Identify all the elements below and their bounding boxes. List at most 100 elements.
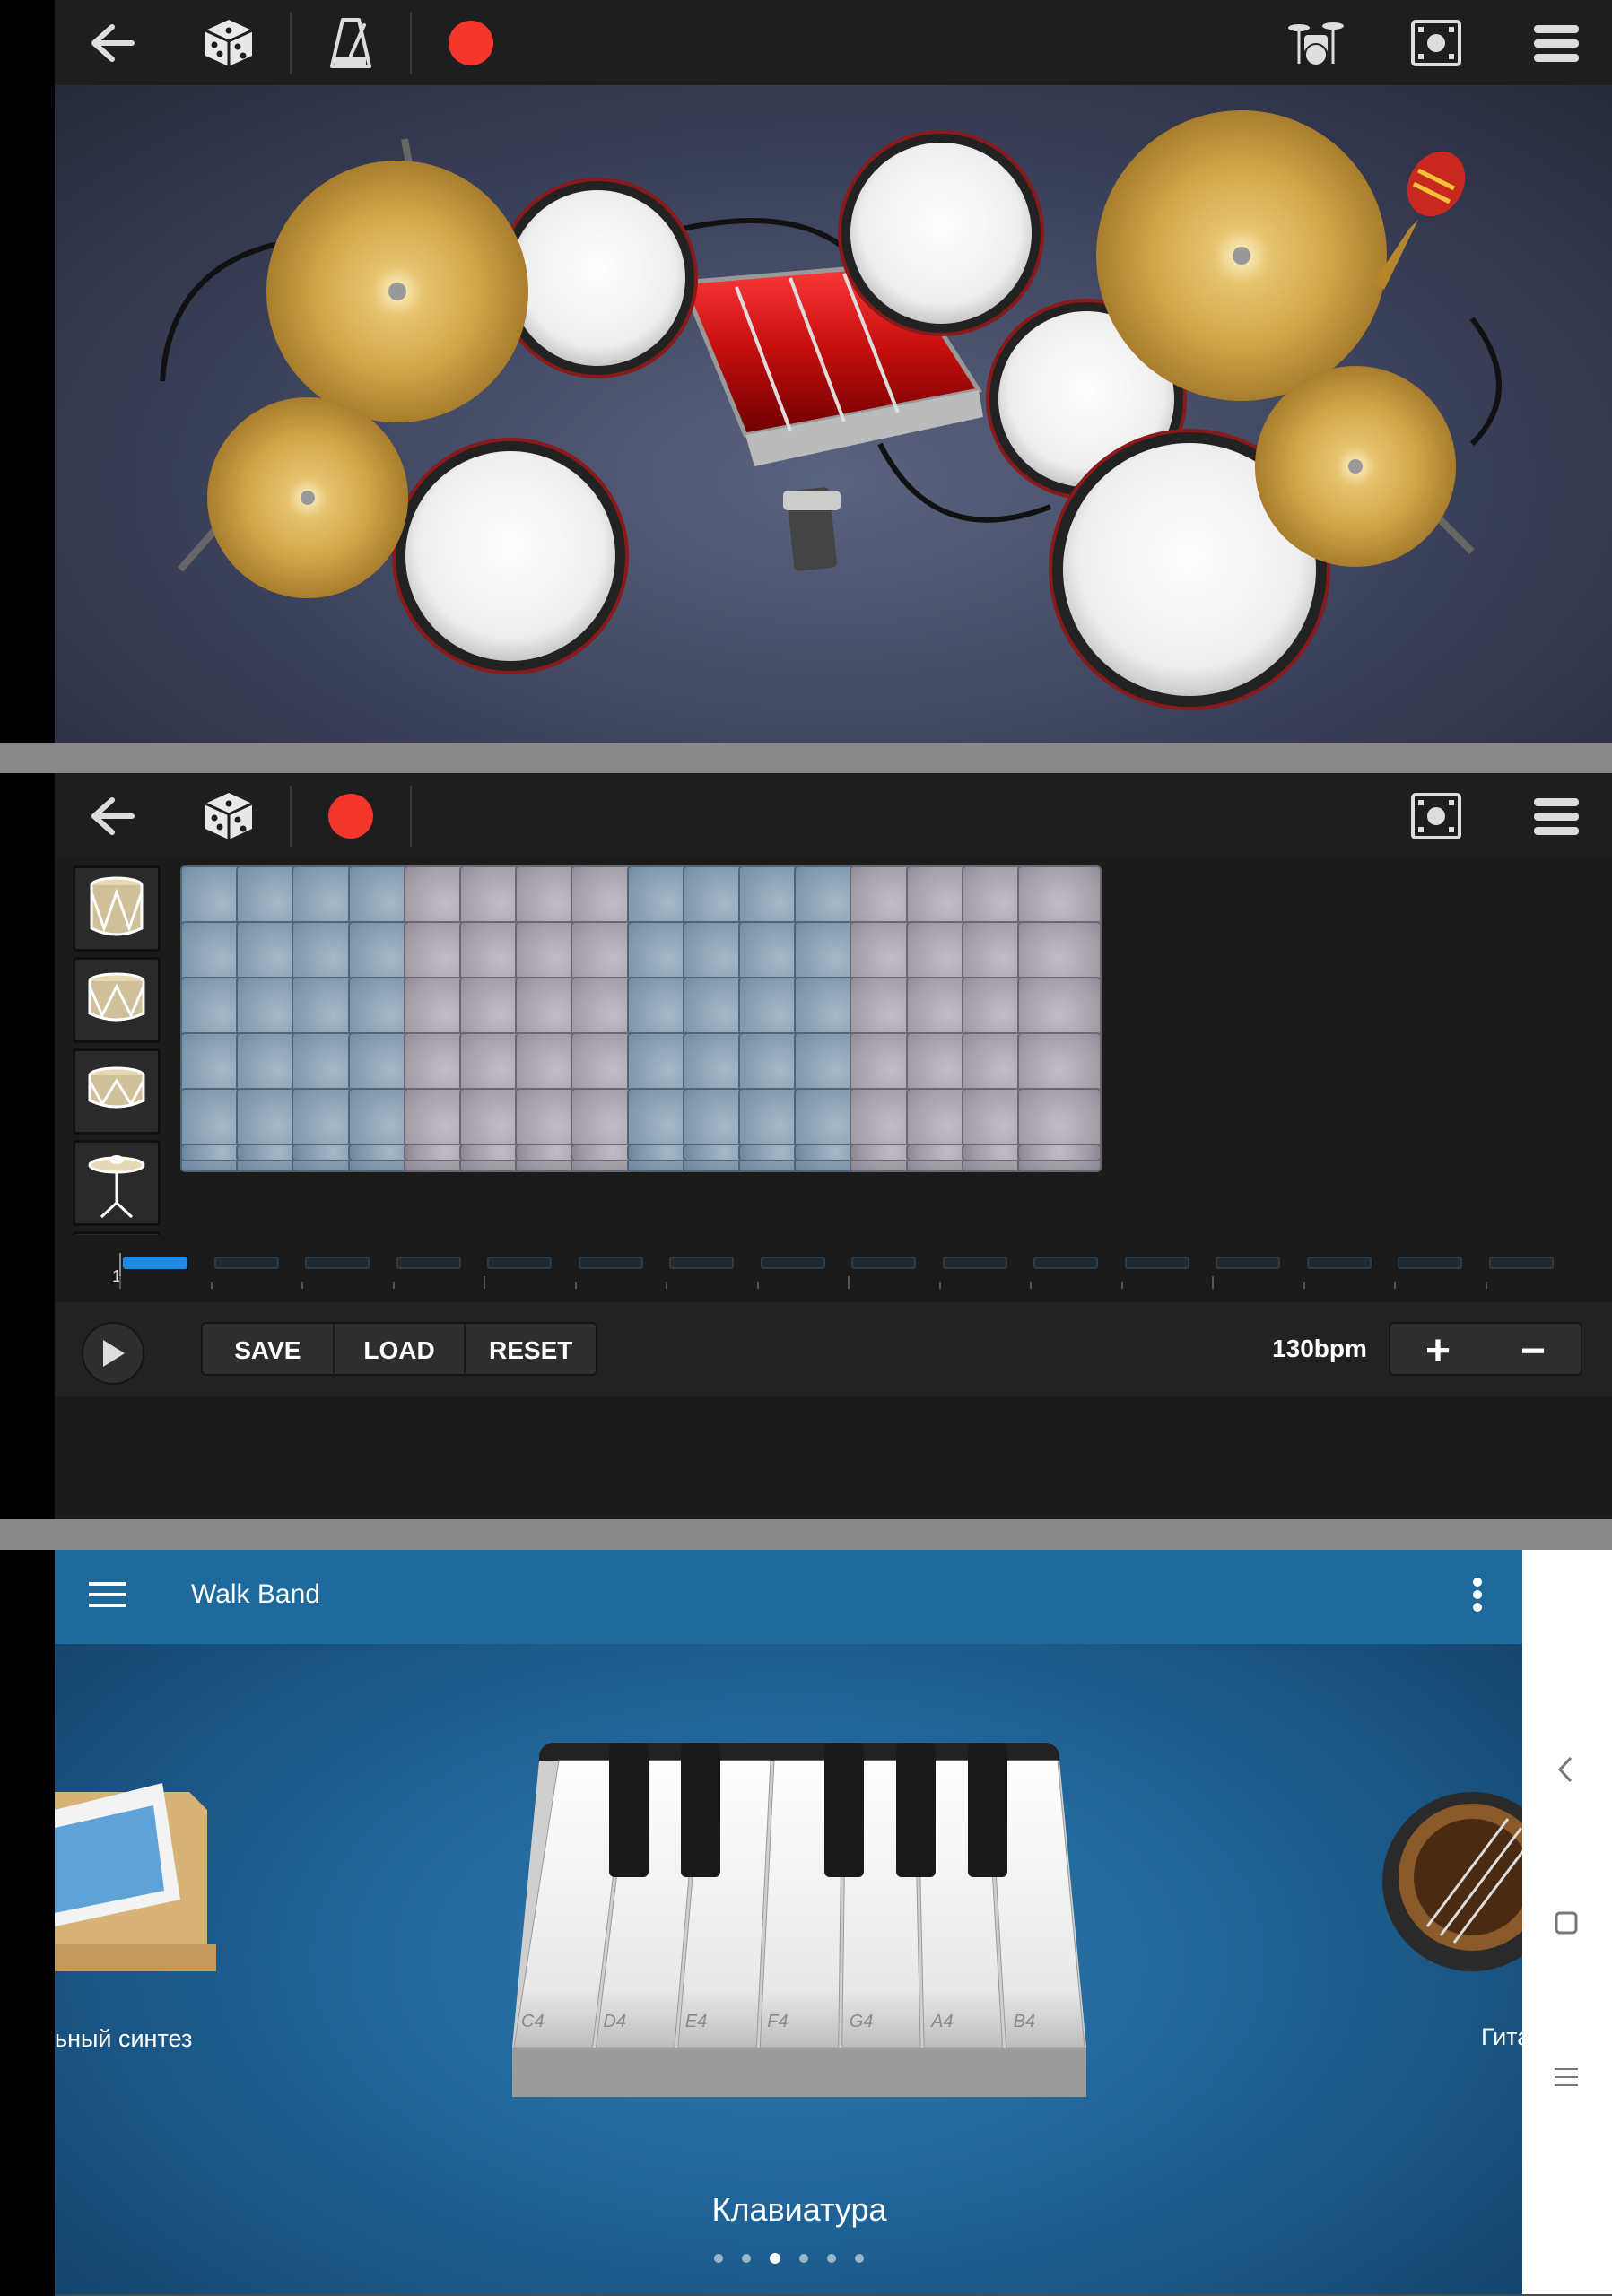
sequencer-panel: 1 SAVE LOAD RESET 130bpm + − — [0, 773, 1612, 1519]
drum-kit-panel — [0, 0, 1612, 743]
recents-nav-icon[interactable] — [1555, 2066, 1578, 2092]
hamburger-icon[interactable] — [89, 1580, 126, 1613]
timeline-tick — [1030, 1282, 1032, 1289]
timeline-tick — [1394, 1282, 1396, 1289]
timeline-tick — [1485, 1282, 1487, 1289]
timeline-tick — [1120, 1282, 1123, 1289]
timeline-tick — [938, 1282, 941, 1289]
pattern-file-buttons: SAVE LOAD RESET — [201, 1322, 597, 1378]
maraca[interactable] — [1373, 141, 1477, 290]
toolbar-divider — [290, 13, 292, 74]
timeline-tick — [848, 1276, 850, 1289]
carousel-dot[interactable] — [741, 2254, 751, 2263]
drum-toolbar — [55, 0, 1612, 85]
kick-pedal[interactable] — [783, 487, 841, 572]
left-black-strip — [0, 1550, 55, 2296]
tom-track-icon[interactable] — [73, 1048, 161, 1135]
carousel-dot[interactable] — [713, 2254, 723, 2263]
ride-cymbal[interactable] — [1096, 110, 1387, 401]
timeline-tick — [210, 1282, 213, 1289]
home-nav-icon[interactable] — [1555, 1911, 1578, 1939]
timeline-step[interactable] — [1398, 1257, 1462, 1269]
dice-icon[interactable] — [193, 7, 265, 79]
timeline-step[interactable] — [487, 1257, 552, 1269]
metronome-icon[interactable] — [315, 7, 387, 79]
toolbar-divider — [410, 786, 412, 847]
timeline-tick — [666, 1282, 667, 1289]
play-button[interactable] — [82, 1322, 144, 1385]
timeline-step[interactable] — [123, 1257, 187, 1269]
app-title: Walk Band — [191, 1579, 320, 1609]
carousel-dot[interactable] — [798, 2254, 808, 2263]
keyboard-card[interactable]: C4 D4 E4 F4 G4 A4 B4 Клавиатура — [503, 1743, 1095, 2245]
timeline-step[interactable] — [213, 1257, 279, 1269]
timeline-tick — [574, 1282, 577, 1289]
sequencer-toolbar — [55, 773, 1612, 858]
mixer-icon[interactable] — [1400, 780, 1472, 852]
tom-drum-1[interactable] — [497, 178, 698, 378]
floor-tom-left[interactable] — [392, 438, 629, 674]
timeline-tick — [1212, 1276, 1214, 1289]
piano-key-label: D4 — [603, 2012, 626, 2031]
reset-button[interactable]: RESET — [466, 1324, 596, 1378]
tom-drum-2[interactable] — [838, 130, 1044, 336]
folder-icon — [55, 1783, 216, 1971]
timeline-step[interactable] — [396, 1257, 461, 1269]
toolbar-divider — [410, 13, 412, 74]
bass-drum-track-icon[interactable] — [73, 865, 161, 952]
sequencer-step-cell[interactable] — [1017, 1144, 1102, 1161]
tempo-decrease-button[interactable]: − — [1486, 1324, 1581, 1378]
piano-key-labels: C4 D4 E4 F4 G4 A4 B4 — [503, 1743, 1095, 2066]
menu-icon[interactable] — [1521, 7, 1592, 79]
hihat-cymbal[interactable] — [207, 397, 408, 598]
left-black-strip — [0, 0, 55, 743]
carousel-dot[interactable] — [769, 2253, 780, 2264]
timeline-step[interactable] — [1306, 1257, 1372, 1269]
timeline-step[interactable] — [1488, 1257, 1554, 1269]
tempo-display: 130bpm — [1272, 1335, 1367, 1362]
carousel-dot[interactable] — [826, 2254, 836, 2263]
menu-icon[interactable] — [1521, 780, 1592, 852]
walk-band-panel: Walk Band ьный синтез C4 D4 E4 F4 G4 A4 … — [0, 1550, 1612, 2296]
crash-cymbal-left[interactable] — [266, 161, 528, 422]
timeline-step[interactable] — [669, 1257, 734, 1269]
mixer-icon[interactable] — [1400, 7, 1472, 79]
timeline-step[interactable] — [1124, 1257, 1189, 1269]
hihat-track-icon[interactable] — [73, 1140, 161, 1226]
guitar-card[interactable]: Гита — [1373, 1792, 1522, 2088]
timeline-step[interactable] — [305, 1257, 370, 1269]
load-button[interactable]: LOAD — [335, 1324, 466, 1378]
timeline-step[interactable] — [1033, 1257, 1098, 1269]
record-icon[interactable] — [315, 780, 387, 852]
overflow-menu-icon[interactable] — [1472, 1577, 1483, 1617]
snare-drum-track-icon[interactable] — [73, 957, 161, 1043]
play-icon — [103, 1340, 125, 1367]
piano-key-label: A4 — [931, 2012, 954, 2031]
tempo-increase-button[interactable]: + — [1390, 1324, 1486, 1378]
toolbar-divider — [290, 786, 292, 847]
record-icon[interactable] — [435, 7, 507, 79]
piano-key-label: E4 — [684, 2012, 708, 2031]
splash-cymbal[interactable] — [1255, 366, 1456, 567]
save-button[interactable]: SAVE — [203, 1324, 335, 1378]
pattern-timeline[interactable]: 1 — [55, 1235, 1612, 1302]
timeline-step[interactable] — [760, 1257, 825, 1269]
timeline-tick — [1303, 1282, 1305, 1289]
timeline-tick — [119, 1276, 121, 1289]
timeline-step[interactable] — [851, 1257, 916, 1269]
guitar-card-label: Гита — [1481, 2023, 1522, 2050]
drum-kit-area — [55, 85, 1612, 743]
timeline-step[interactable] — [578, 1257, 643, 1269]
back-nav-icon[interactable] — [1556, 1756, 1574, 1787]
synth-card[interactable]: ьный синтез — [55, 1765, 243, 2088]
back-arrow-icon[interactable] — [74, 7, 146, 79]
timeline-step[interactable] — [942, 1257, 1007, 1269]
carousel-dot[interactable] — [854, 2254, 864, 2263]
drum-kit-icon[interactable] — [1280, 7, 1352, 79]
app-bar: Walk Band — [55, 1550, 1522, 1644]
carousel-page-indicator[interactable] — [55, 2249, 1522, 2267]
dice-icon[interactable] — [193, 780, 265, 852]
back-arrow-icon[interactable] — [74, 780, 146, 852]
timeline-tick — [301, 1282, 303, 1289]
timeline-step[interactable] — [1216, 1257, 1280, 1269]
